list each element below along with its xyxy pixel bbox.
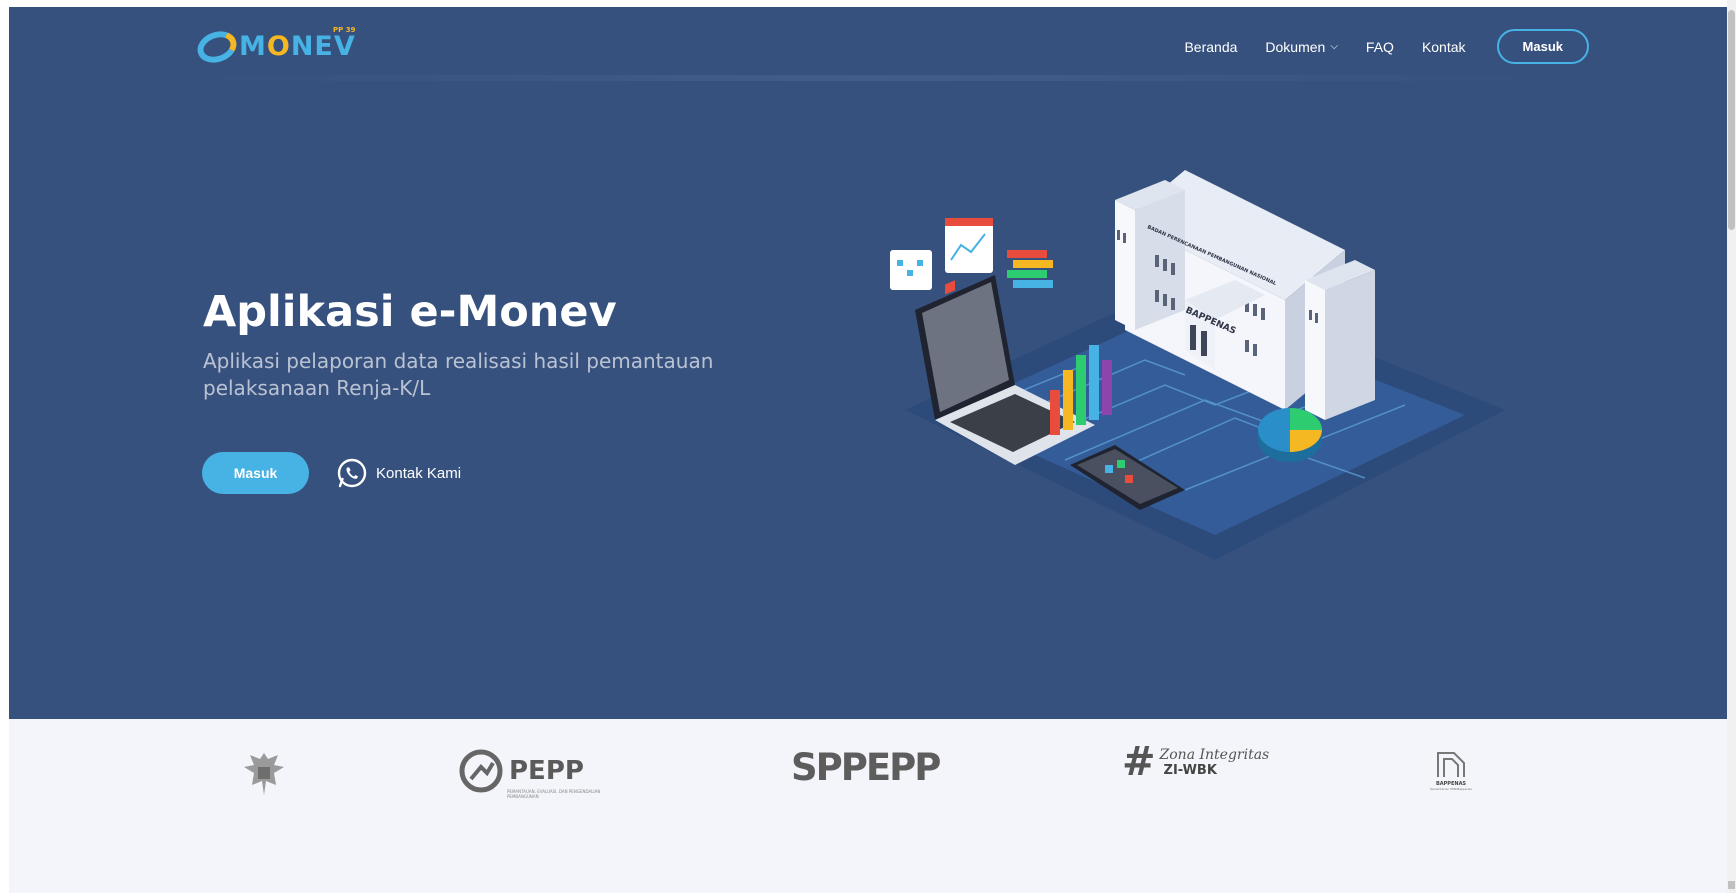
partner-zona-integritas: # Zona Integritas ZI-WBK [1122,742,1269,782]
hero-title: Aplikasi e-Monev [203,287,617,337]
logo-superscript: PP 39 [333,26,356,34]
partner-sppepp: SPPEPP [791,746,941,789]
hero-login-button[interactable]: Masuk [202,452,309,494]
page: MONEV PP 39 Beranda Dokumen ⌵ FAQ Kontak … [0,0,1736,893]
contact-us-button[interactable]: Kontak Kami [336,453,461,493]
site-logo[interactable]: MONEV PP 39 [193,22,356,70]
contact-us-label: Kontak Kami [376,464,462,482]
bappenas-logo-icon [1437,752,1465,777]
nav-item-beranda[interactable]: Beranda [1184,39,1237,55]
bar-stack [1007,250,1053,288]
nav-item-faq[interactable]: FAQ [1366,39,1394,55]
logo-e-icon [193,26,241,68]
garuda-emblem-icon [244,753,284,795]
partner-bappenas: BAPPENAS Kementerian PPN/Bappenas [1401,749,1501,791]
zona-line2: ZI-WBK [1163,762,1217,778]
nav-item-dokumen-label: Dokumen [1265,38,1326,55]
scrollbar-thumb[interactable] [1728,10,1735,230]
pepp-name: PEPP [509,756,584,786]
pie-chart [1258,408,1322,462]
chevron-down-icon: ⌵ [1330,41,1338,52]
header-divider [196,75,1540,81]
hero-subtitle: Aplikasi pelaporan data realisasi hasil … [203,349,714,400]
whatsapp-icon [337,458,367,488]
header-login-button[interactable]: Masuk [1496,29,1589,64]
main-nav: Beranda Dokumen ⌵ FAQ Kontak Masuk [1156,29,1589,64]
hashtag-icon: # [1122,738,1156,785]
partners-strip: PEPP PEMANTAUAN, EVALUASI, DAN PENGENDAL… [9,719,1727,893]
hero-illustration: BAPPENAS BADAN PERENCANAAN PEMBANGUNAN N… [890,170,1505,560]
pepp-logo-icon [459,749,503,793]
nav-item-kontak[interactable]: Kontak [1422,39,1466,55]
bappenas-sub: Kementerian PPN/Bappenas [1430,787,1472,791]
pepp-tagline: PEMANTAUAN, EVALUASI, DAN PENGENDALIAN P… [507,789,601,799]
nav-item-dokumen[interactable]: Dokumen ⌵ [1265,39,1338,55]
logo-text: MONEV [239,30,356,62]
page-scrollbar[interactable] [1727,0,1736,893]
scroll-down-arrow-icon[interactable] [1728,881,1735,889]
zona-line1: Zona Integritas [1159,746,1270,763]
partner-pepp: PEPP PEMANTAUAN, EVALUASI, DAN PENGENDAL… [459,749,600,799]
